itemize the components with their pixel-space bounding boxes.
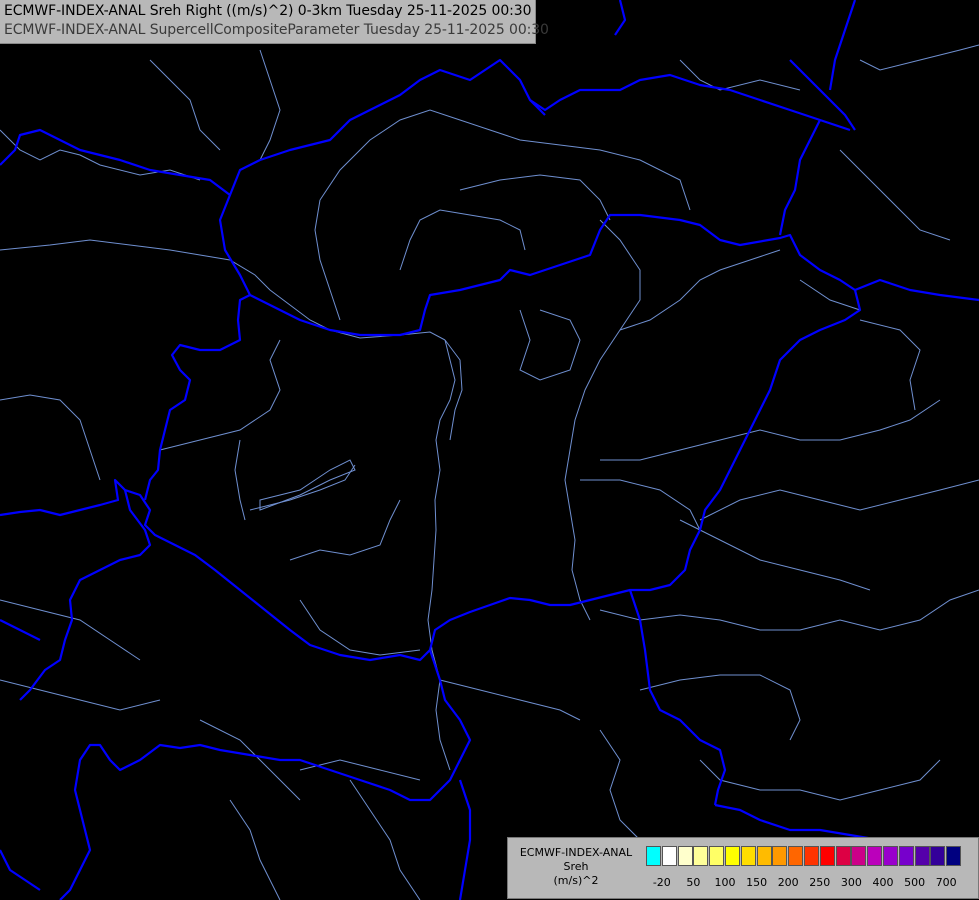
border-se bbox=[628, 589, 727, 806]
border-sw-corner bbox=[0, 849, 41, 891]
legend-tick-label: -20 bbox=[652, 876, 671, 889]
river-east-2 bbox=[600, 399, 941, 461]
legend-tick-label: 300 bbox=[840, 876, 862, 889]
river-east-4 bbox=[580, 479, 701, 531]
river-central-1 bbox=[439, 679, 581, 721]
river-east-6 bbox=[859, 319, 921, 411]
river-northeast-2 bbox=[859, 44, 979, 71]
river-west-1 bbox=[0, 394, 101, 481]
border-northeast-3 bbox=[828, 0, 857, 91]
legend-tick-label: 700 bbox=[935, 876, 957, 889]
legend-swatch bbox=[898, 846, 914, 866]
river-east-7 bbox=[799, 279, 861, 311]
legend-swatch bbox=[930, 846, 946, 866]
legend-swatch bbox=[724, 846, 740, 866]
legend-swatch bbox=[867, 846, 883, 866]
river-west-3 bbox=[234, 439, 246, 521]
legend-tick-label: 400 bbox=[872, 876, 894, 889]
river-main-north bbox=[427, 339, 456, 771]
legend-swatch bbox=[740, 846, 756, 866]
river-east-1 bbox=[619, 249, 781, 331]
legend-tick-label: 150 bbox=[746, 876, 768, 889]
border-northeast bbox=[778, 119, 821, 236]
border-west-vertical bbox=[143, 294, 251, 501]
river-west-2 bbox=[159, 339, 281, 451]
river-south-2 bbox=[639, 674, 801, 741]
legend-swatch bbox=[661, 846, 677, 866]
rivers bbox=[0, 44, 979, 900]
river-southwest-4 bbox=[229, 799, 281, 900]
river-tisza bbox=[564, 219, 641, 621]
legend-swatch bbox=[756, 846, 772, 866]
river-north-1 bbox=[319, 109, 691, 211]
border-south bbox=[59, 649, 472, 900]
map-title-line-1: ECMWF-INDEX-ANAL Sreh Right ((m/s)^2) 0-… bbox=[4, 3, 532, 19]
legend-swatch bbox=[835, 846, 851, 866]
river-northeast-3 bbox=[839, 149, 951, 241]
map-title-line-2: ECMWF-INDEX-ANAL SupercellCompositeParam… bbox=[4, 22, 549, 38]
legend-swatch bbox=[803, 846, 819, 866]
river-south-1 bbox=[599, 589, 979, 631]
legend-parameter: Sreh bbox=[563, 860, 589, 873]
legend-swatch bbox=[709, 846, 725, 866]
legend-swatches bbox=[646, 846, 962, 866]
weather-map bbox=[0, 0, 979, 900]
border-northeast-2 bbox=[789, 59, 856, 131]
river-northeast-1 bbox=[679, 59, 801, 91]
river-danube-south bbox=[444, 339, 463, 441]
border-ro-east bbox=[854, 278, 979, 302]
legend-swatch bbox=[946, 846, 962, 866]
legend-swatch bbox=[882, 846, 898, 866]
legend-swatch bbox=[677, 846, 693, 866]
river-east-3 bbox=[679, 519, 871, 591]
border-west-3 bbox=[0, 619, 41, 641]
river-southwest-3 bbox=[349, 779, 421, 900]
river-lake bbox=[259, 459, 356, 511]
color-legend: ECMWF-INDEX-ANAL Sreh (m/s)^2 -20 50 100 15… bbox=[507, 837, 979, 899]
river-south-4 bbox=[699, 759, 941, 801]
river-northwest-3 bbox=[259, 49, 281, 161]
legend-tick-label: 250 bbox=[809, 876, 831, 889]
river-north-3 bbox=[459, 174, 611, 221]
legend-unit: (m/s)^2 bbox=[553, 874, 599, 887]
legend-source: ECMWF-INDEX-ANAL bbox=[519, 846, 633, 859]
border-west-2 bbox=[19, 489, 152, 701]
map-title-box: ECMWF-INDEX-ANAL Sreh Right ((m/s)^2) 0-… bbox=[0, 0, 549, 44]
river-north-4 bbox=[314, 199, 341, 321]
legend-swatch bbox=[819, 846, 835, 866]
legend-swatch bbox=[851, 846, 867, 866]
border-south-2 bbox=[458, 779, 472, 900]
legend-ticks: -20 50 100 150 200 250 300 400 500 700 bbox=[646, 876, 976, 890]
legend-swatch bbox=[772, 846, 788, 866]
legend-swatch bbox=[914, 846, 930, 866]
border-mid bbox=[218, 194, 251, 296]
river-west-4 bbox=[249, 464, 356, 511]
legend-swatch bbox=[788, 846, 804, 866]
river-northwest-2 bbox=[149, 59, 221, 151]
river-central-2 bbox=[519, 309, 581, 381]
legend-tick-label: 50 bbox=[686, 876, 701, 889]
border-north bbox=[0, 58, 851, 197]
country-borders bbox=[0, 0, 979, 900]
river-east-5 bbox=[699, 479, 979, 521]
legend-tick-label: 500 bbox=[904, 876, 926, 889]
border-sk-hu bbox=[249, 213, 856, 337]
legend-tick-label: 200 bbox=[777, 876, 799, 889]
river-south-3 bbox=[599, 729, 641, 841]
river-southwest-2 bbox=[299, 759, 421, 781]
legend-tick-label: 100 bbox=[714, 876, 736, 889]
border-northeast-4 bbox=[614, 0, 627, 36]
legend-swatch bbox=[693, 846, 709, 866]
river-west-5 bbox=[289, 499, 401, 561]
legend-swatch bbox=[646, 846, 661, 866]
river-north-2 bbox=[399, 209, 526, 271]
legend-caption: ECMWF-INDEX-ANAL Sreh (m/s)^2 bbox=[508, 846, 644, 888]
river-danube-west bbox=[0, 239, 446, 341]
